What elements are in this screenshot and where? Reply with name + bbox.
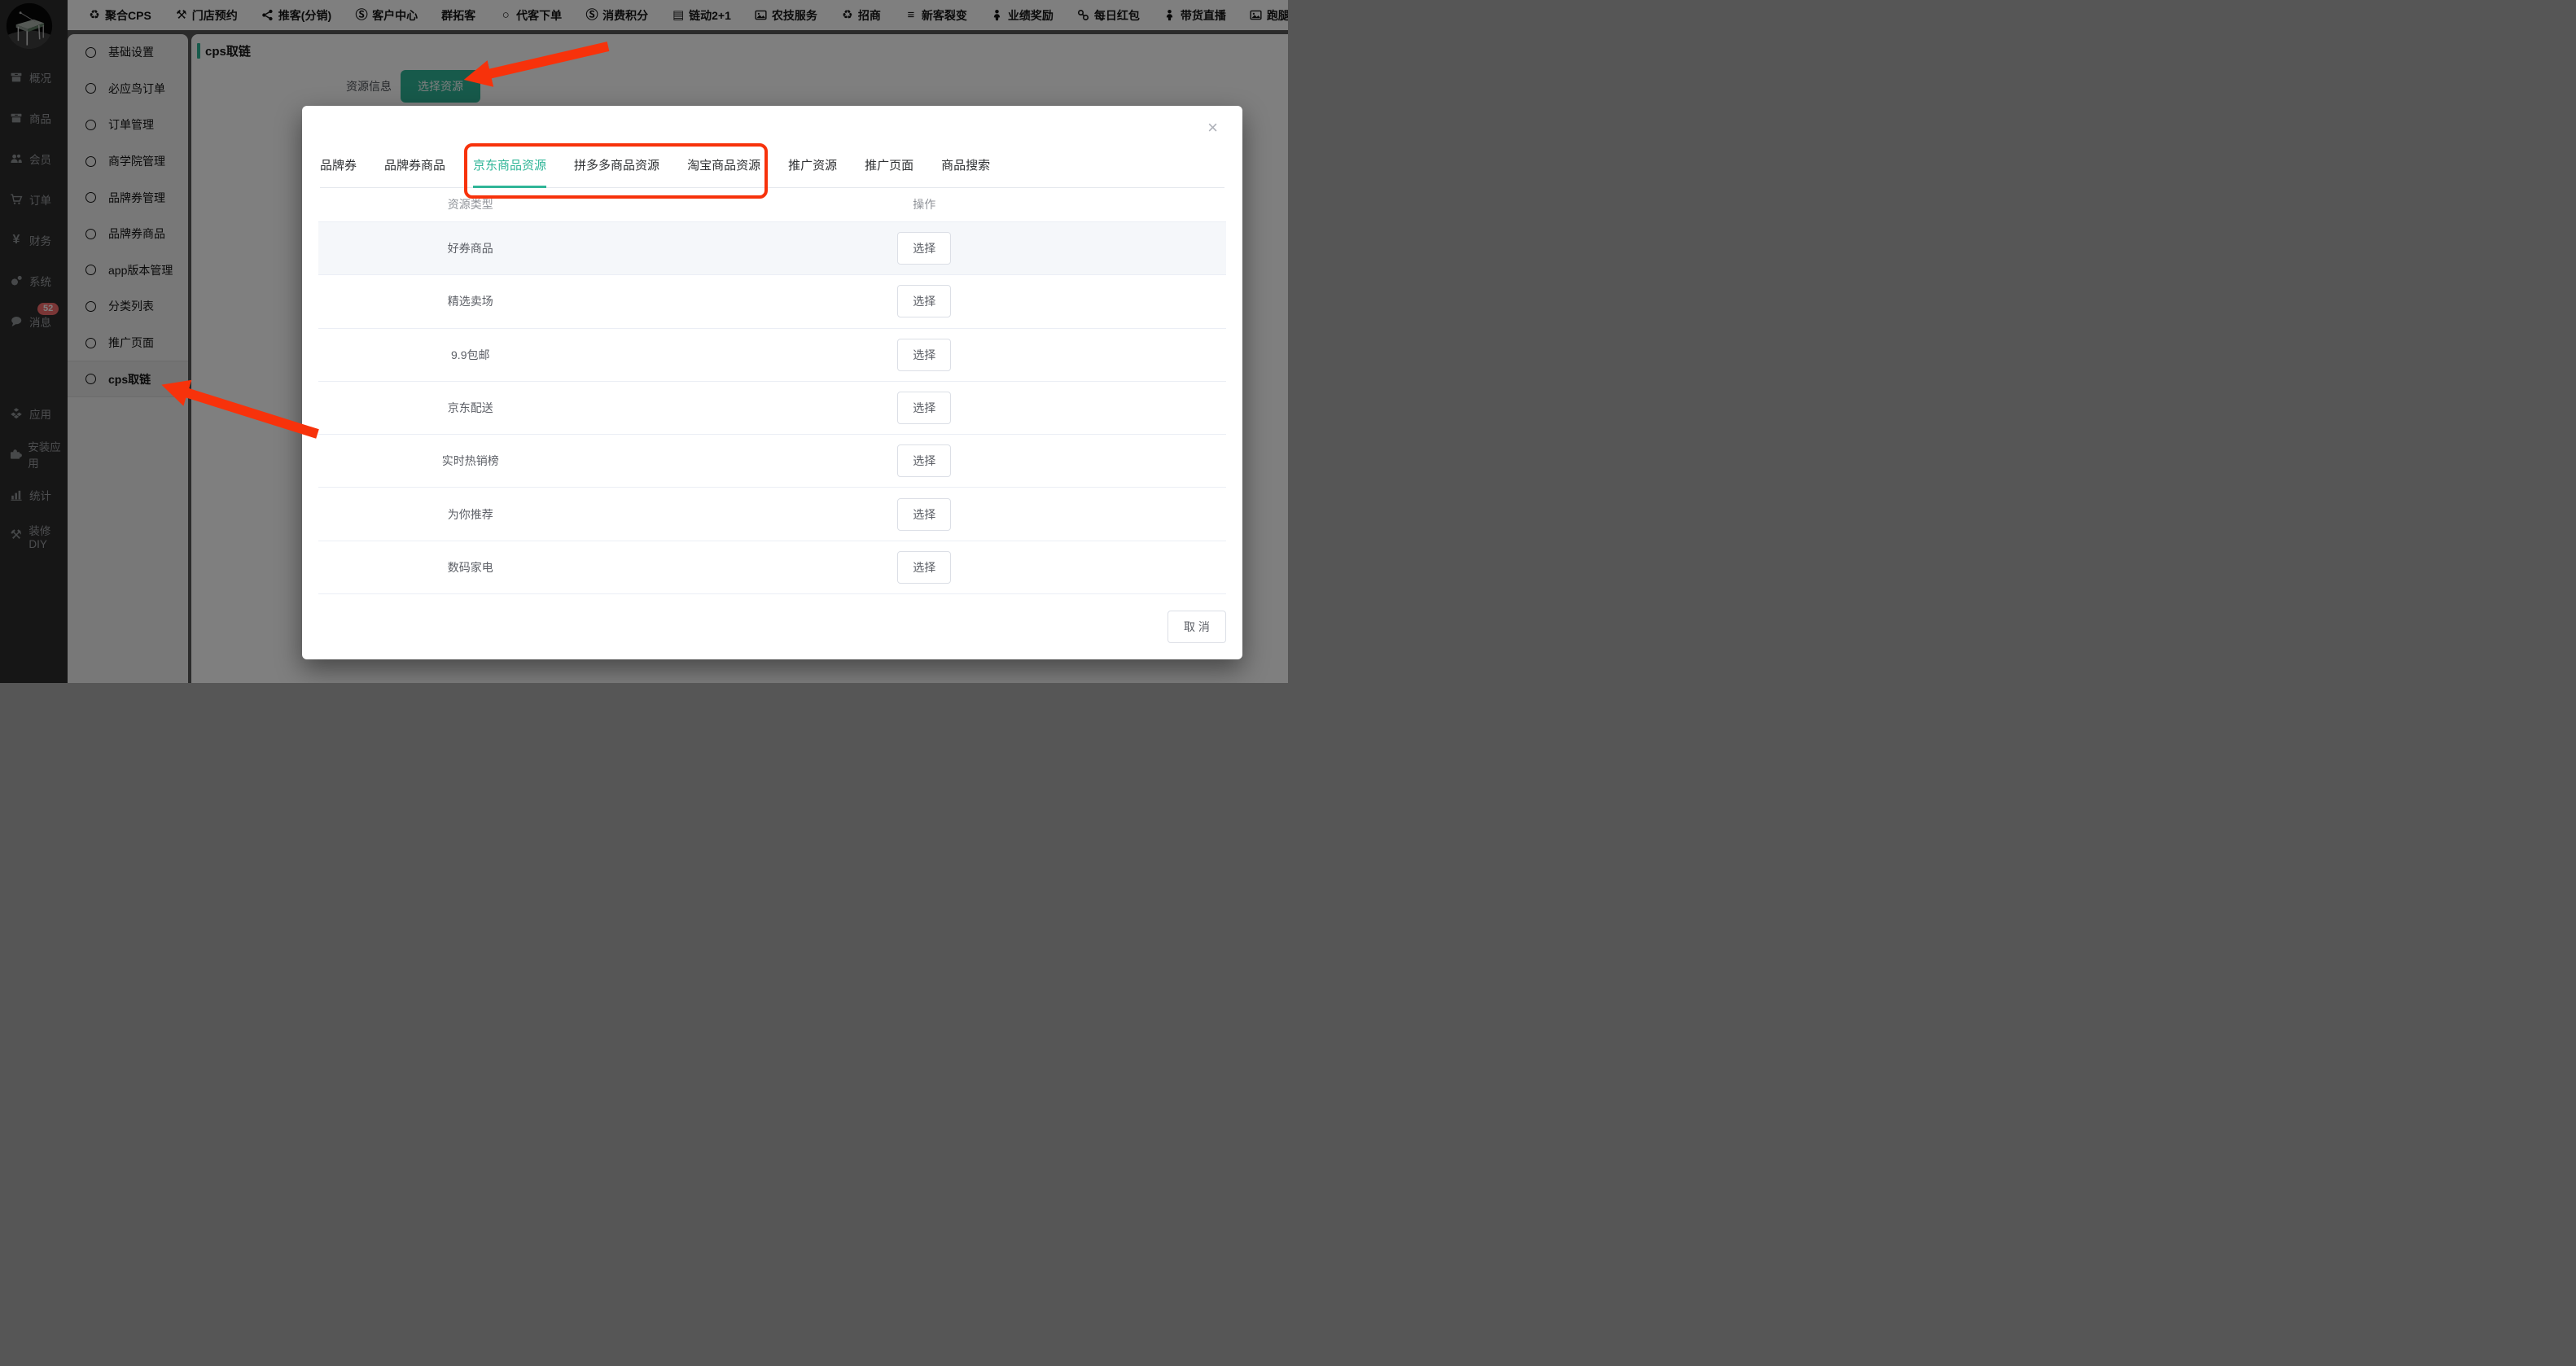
action-cell: 选择 xyxy=(623,232,1226,265)
table-row: 好券商品 选择 xyxy=(318,222,1226,276)
table-header: 资源类型 操作 xyxy=(318,187,1226,222)
action-cell: 选择 xyxy=(623,444,1226,478)
resource-type-cell: 9.9包邮 xyxy=(451,348,490,361)
action-cell: 选择 xyxy=(623,285,1226,318)
resource-type-cell: 数码家电 xyxy=(447,560,493,574)
resource-tab[interactable]: 拼多多商品资源 xyxy=(574,156,659,188)
action-cell: 选择 xyxy=(623,338,1226,371)
action-cell: 选择 xyxy=(623,392,1226,425)
row-select-button[interactable]: 选择 xyxy=(897,285,952,318)
resource-type-cell: 京东配送 xyxy=(447,401,493,415)
resource-type-cell: 精选卖场 xyxy=(447,295,493,309)
resource-type-cell: 为你推荐 xyxy=(447,507,493,521)
row-select-button[interactable]: 选择 xyxy=(897,550,952,584)
resource-tab[interactable]: 商品搜索 xyxy=(941,156,990,188)
column-header-type: 资源类型 xyxy=(447,198,493,211)
modal-footer: 取 消 xyxy=(1168,611,1226,643)
resource-tab[interactable]: 推广资源 xyxy=(788,156,837,188)
resource-tab[interactable]: 淘宝商品资源 xyxy=(687,156,760,188)
table-row: 为你推荐 选择 xyxy=(318,488,1226,541)
action-cell: 选择 xyxy=(623,550,1226,584)
cancel-button[interactable]: 取 消 xyxy=(1168,611,1226,643)
resource-tab[interactable]: 品牌券商品 xyxy=(384,156,445,188)
action-cell: 选择 xyxy=(623,497,1226,531)
resource-tab[interactable]: 品牌券 xyxy=(320,156,357,188)
resource-tab[interactable]: 推广页面 xyxy=(865,156,913,188)
row-select-button[interactable]: 选择 xyxy=(897,444,952,478)
column-header-action: 操作 xyxy=(913,198,936,211)
row-select-button[interactable]: 选择 xyxy=(897,497,952,531)
table-row: 京东配送 选择 xyxy=(318,382,1226,436)
row-select-button[interactable]: 选择 xyxy=(897,338,952,371)
resource-dialog: × 品牌券 品牌券商品 京东商品资源 拼多多商品资源 淘宝商品资源 推广资源 推广页面 商品搜… xyxy=(302,106,1242,659)
screen: ♻ 聚合CPS ⚒ 门店预约 推客(分销) Ⓢ 客户中心 群拓客 ○ 代客下单 … xyxy=(0,0,1288,683)
resource-table: 资源类型 操作 好券商品 选择 精选卖场 选择 9.9包邮 选择 京东配送 选择… xyxy=(318,187,1226,595)
row-select-button[interactable]: 选择 xyxy=(897,232,952,265)
resource-tabs: 品牌券 品牌券商品 京东商品资源 拼多多商品资源 淘宝商品资源 推广资源 推广页面 商品搜索 xyxy=(320,106,1224,188)
resource-type-cell: 实时热销榜 xyxy=(441,454,499,468)
resource-tab[interactable]: 京东商品资源 xyxy=(473,156,547,188)
table-row: 9.9包邮 选择 xyxy=(318,329,1226,382)
table-row: 精选卖场 选择 xyxy=(318,275,1226,329)
resource-type-cell: 好券商品 xyxy=(447,242,493,256)
table-body: 好券商品 选择 精选卖场 选择 9.9包邮 选择 京东配送 选择 实时热销榜 选… xyxy=(318,222,1226,595)
table-row: 数码家电 选择 xyxy=(318,541,1226,595)
table-row: 实时热销榜 选择 xyxy=(318,435,1226,488)
row-select-button[interactable]: 选择 xyxy=(897,392,952,425)
